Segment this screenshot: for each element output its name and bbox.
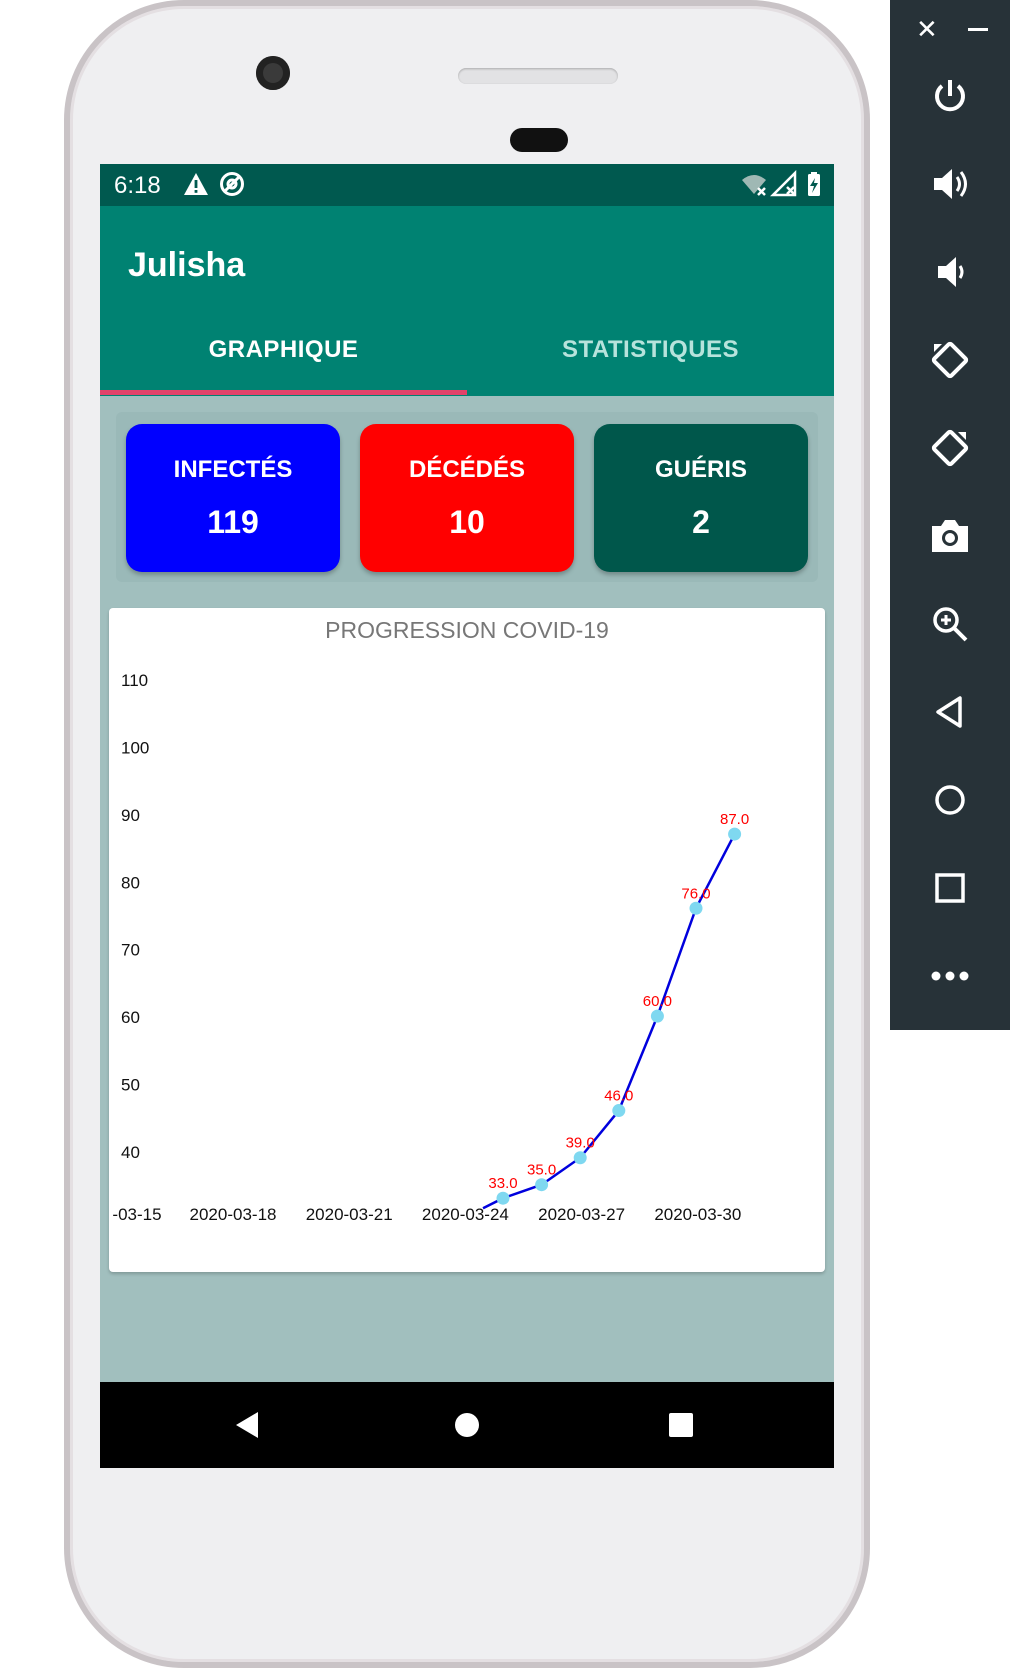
- app-title: Julisha: [128, 246, 246, 284]
- recents-icon[interactable]: [666, 1410, 696, 1440]
- data-point[interactable]: [496, 1191, 510, 1205]
- battery-charging-icon: [808, 172, 820, 196]
- x-tick-label: 2020-03-30: [654, 1205, 741, 1224]
- signal-off-icon: [770, 170, 797, 197]
- data-point[interactable]: [728, 827, 742, 841]
- rotate-right-icon: [931, 429, 969, 467]
- data-value-label: 76.0: [681, 885, 710, 902]
- home-icon: [935, 785, 965, 815]
- data-point[interactable]: [650, 1009, 664, 1023]
- overview-icon: [935, 873, 965, 903]
- app-bar: Julisha GRAPHIQUE STATISTIQUES: [100, 206, 834, 396]
- zoom-button[interactable]: [890, 594, 1010, 654]
- power-icon: [935, 80, 965, 112]
- zoom-icon: [933, 607, 968, 642]
- status-bar: 6:18: [100, 164, 834, 206]
- y-tick-label: 110: [121, 671, 148, 690]
- back-icon[interactable]: [232, 1410, 262, 1440]
- emulator-control-panel: ✕: [890, 0, 1010, 1030]
- chart-title: PROGRESSION COVID-19: [325, 617, 609, 643]
- home-icon[interactable]: [452, 1410, 482, 1440]
- recovered-value: 2: [692, 504, 710, 540]
- accessibility-icon: [220, 172, 244, 196]
- y-tick-label: 70: [121, 941, 140, 960]
- data-point[interactable]: [612, 1104, 626, 1118]
- data-point[interactable]: [535, 1178, 549, 1192]
- emulator-more-button[interactable]: [890, 946, 1010, 1006]
- volume-down-button[interactable]: [890, 242, 1010, 302]
- infected-card[interactable]: INFECTÉS 119: [126, 424, 340, 572]
- data-value-label: 33.0: [488, 1175, 517, 1192]
- recovered-label: GUÉRIS: [654, 456, 747, 483]
- tab-graphique[interactable]: GRAPHIQUE: [100, 336, 467, 376]
- volume-up-icon: [934, 169, 967, 199]
- y-tick-label: 100: [121, 738, 149, 757]
- deaths-label: DÉCÉDÉS: [408, 456, 526, 483]
- y-tick-label: 40: [121, 1143, 140, 1162]
- active-tab-indicator: [100, 390, 467, 395]
- minimize-icon[interactable]: [968, 28, 988, 32]
- y-tick-label: 60: [121, 1008, 140, 1027]
- rotate-left-button[interactable]: [890, 330, 1010, 390]
- data-value-label: 46.0: [604, 1088, 633, 1105]
- infected-label: INFECTÉS: [173, 456, 293, 483]
- y-tick-label: 90: [121, 806, 140, 825]
- tab-statistiques[interactable]: STATISTIQUES: [467, 336, 834, 376]
- rotate-left-icon: [931, 341, 969, 379]
- back-icon: [936, 696, 962, 728]
- volume-down-icon: [938, 257, 964, 287]
- recovered-card[interactable]: GUÉRIS 2: [594, 424, 808, 572]
- rotate-right-button[interactable]: [890, 418, 1010, 478]
- data-value-label: 39.0: [566, 1135, 595, 1152]
- data-value-label: 35.0: [527, 1162, 556, 1179]
- data-point[interactable]: [573, 1151, 587, 1165]
- data-point[interactable]: [689, 901, 703, 915]
- stats-panel: INFECTÉS 119 DÉCÉDÉS 10 GUÉRIS 2: [116, 412, 818, 582]
- data-value-label: 60.0: [643, 993, 672, 1010]
- system-nav-bar: [100, 1382, 834, 1468]
- x-tick-label: 2020-03-18: [190, 1205, 277, 1224]
- warning-icon: [184, 173, 208, 195]
- x-tick-label: -03-15: [112, 1205, 161, 1224]
- emulator-back-button[interactable]: [890, 682, 1010, 742]
- proximity-sensor: [510, 128, 568, 152]
- camera-icon: [932, 520, 968, 552]
- data-value-label: 87.0: [720, 811, 749, 828]
- power-button[interactable]: [890, 66, 1010, 126]
- device-screen: 6:18 Julisha GRAPHIQUE STATISTIQUES INFE…: [100, 164, 834, 1468]
- emulator-overview-button[interactable]: [890, 858, 1010, 918]
- volume-up-button[interactable]: [890, 154, 1010, 214]
- infected-value: 119: [207, 504, 259, 540]
- deaths-value: 10: [449, 504, 485, 540]
- covid-progression-chart[interactable]: PROGRESSION COVID-19 405060708090100110 …: [109, 608, 825, 1272]
- close-icon[interactable]: ✕: [916, 14, 938, 45]
- screenshot-button[interactable]: [890, 506, 1010, 566]
- x-tick-label: 2020-03-21: [306, 1205, 393, 1224]
- wifi-off-icon: [742, 175, 766, 196]
- x-tick-label: 2020-03-27: [538, 1205, 625, 1224]
- earpiece-speaker: [458, 68, 618, 84]
- chart-card: PROGRESSION COVID-19 40 50 60 70 80 90 100 110 …: [109, 608, 825, 1272]
- front-camera: [256, 56, 290, 90]
- x-tick-label: 2020-03-24: [422, 1205, 509, 1224]
- deaths-card[interactable]: DÉCÉDÉS 10: [360, 424, 574, 572]
- emulator-home-button[interactable]: [890, 770, 1010, 830]
- y-tick-label: 80: [121, 873, 140, 892]
- more-icon: [931, 971, 969, 981]
- y-tick-label: 50: [121, 1076, 140, 1095]
- status-time: 6:18: [114, 172, 161, 199]
